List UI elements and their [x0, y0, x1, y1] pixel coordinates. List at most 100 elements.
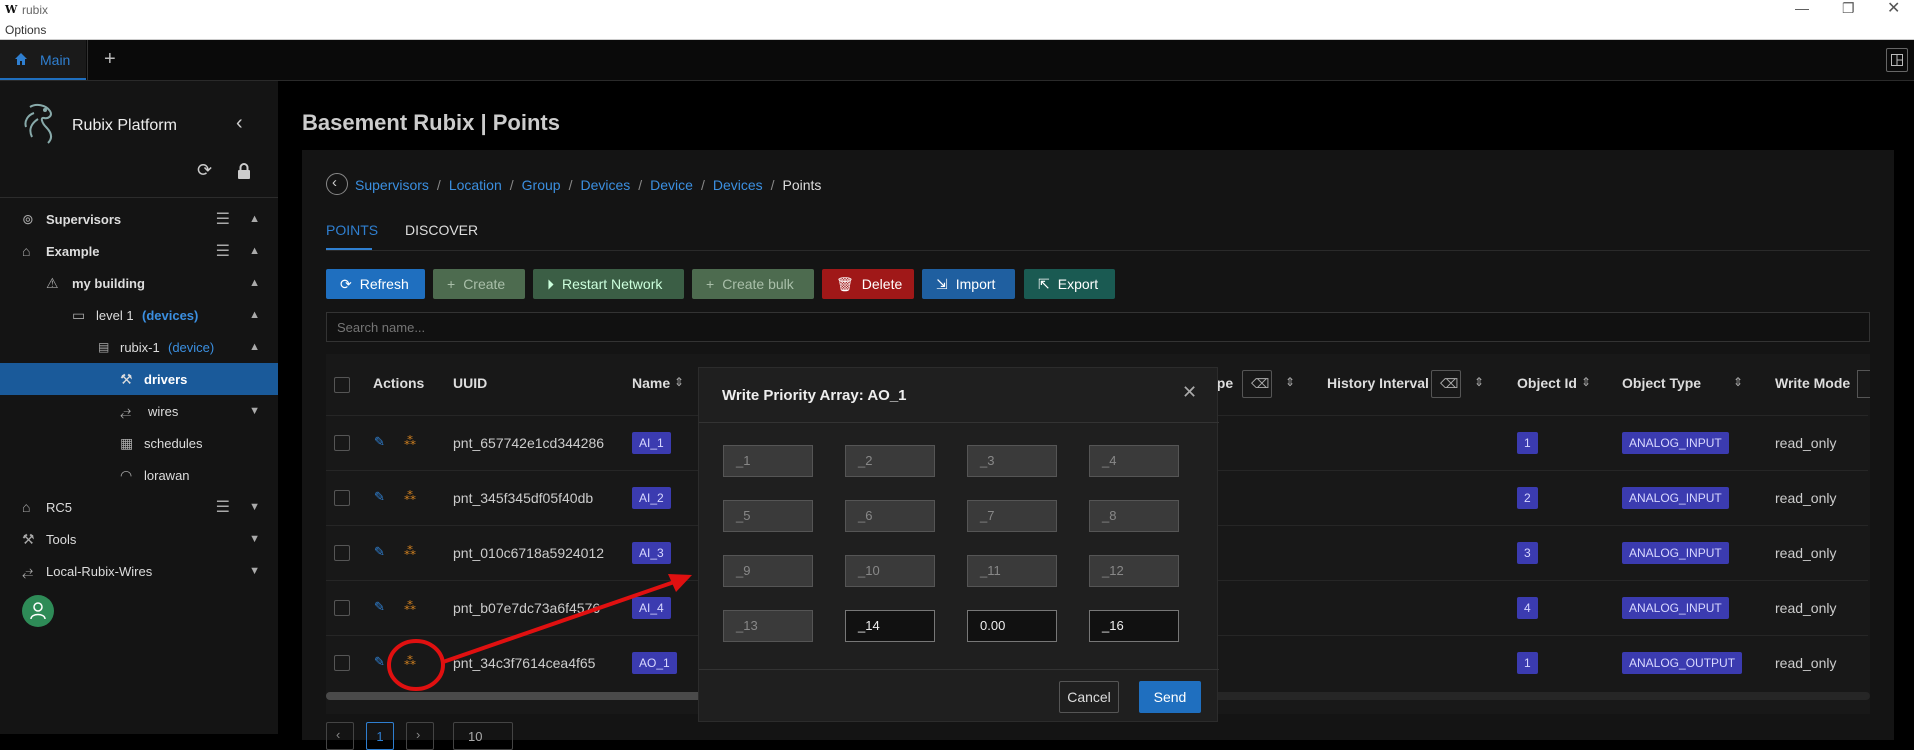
- priority-array-icon[interactable]: ⁂: [404, 654, 416, 668]
- search-input[interactable]: [326, 312, 1870, 342]
- sort-icon[interactable]: ⇕: [1733, 375, 1743, 389]
- page-size-select[interactable]: 10: [453, 722, 513, 750]
- layout-toggle-button[interactable]: [1886, 48, 1908, 72]
- close-icon[interactable]: ✕: [1182, 382, 1197, 403]
- chevron-down-icon[interactable]: ▼: [249, 565, 260, 577]
- scrollbar-thumb[interactable]: [326, 692, 706, 700]
- menu-options[interactable]: Options: [5, 23, 46, 37]
- priority-input-4[interactable]: _4: [1089, 445, 1179, 477]
- edit-icon[interactable]: ✎: [374, 489, 385, 505]
- priority-input-10[interactable]: _10: [845, 555, 935, 587]
- tab-points[interactable]: POINTS: [326, 222, 378, 238]
- add-tab-button[interactable]: +: [104, 48, 116, 71]
- hamburger-icon[interactable]: ☰: [216, 209, 230, 229]
- hamburger-icon[interactable]: ☰: [216, 241, 230, 261]
- prev-page-button[interactable]: ‹: [326, 722, 354, 750]
- create-button[interactable]: + Create: [433, 269, 525, 299]
- sidebar-item-rc5[interactable]: ⌂ RC5 ☰ ▼: [0, 491, 278, 523]
- sort-icon[interactable]: ⇕: [1581, 375, 1591, 389]
- hamburger-icon[interactable]: ☰: [216, 497, 230, 517]
- priority-input-7[interactable]: _7: [967, 500, 1057, 532]
- row-checkbox[interactable]: [334, 490, 350, 506]
- import-button[interactable]: ⇲ Import: [922, 269, 1015, 299]
- priority-input-6[interactable]: _6: [845, 500, 935, 532]
- sort-icon[interactable]: ⇕: [1474, 375, 1484, 389]
- create-bulk-button[interactable]: + Create bulk: [692, 269, 814, 299]
- page-button-current[interactable]: 1: [366, 722, 394, 750]
- sort-icon[interactable]: ⇕: [1285, 375, 1295, 389]
- close-window-icon[interactable]: ✕: [1887, 0, 1900, 18]
- priority-array-icon[interactable]: ⁂: [404, 599, 416, 613]
- edit-icon[interactable]: ✎: [374, 544, 385, 560]
- filter-write-mode-button[interactable]: [1857, 370, 1870, 398]
- priority-array-icon[interactable]: ⁂: [404, 434, 416, 448]
- sidebar-item-lorawan[interactable]: ◠ lorawan: [0, 459, 278, 491]
- priority-input-3[interactable]: _3: [967, 445, 1057, 477]
- avatar[interactable]: [22, 595, 54, 627]
- sidebar-item-wires[interactable]: ⥄ wires ▼: [0, 395, 278, 427]
- row-checkbox[interactable]: [334, 600, 350, 616]
- sidebar-item-example[interactable]: ⌂ Example ☰ ▲: [0, 235, 278, 267]
- edit-icon[interactable]: ✎: [374, 654, 385, 670]
- breadcrumb-devices-2[interactable]: Devices: [713, 177, 763, 193]
- breadcrumb-supervisors[interactable]: Supervisors: [355, 177, 429, 193]
- priority-array-icon[interactable]: ⁂: [404, 489, 416, 503]
- cancel-button[interactable]: Cancel: [1059, 681, 1119, 713]
- tab-discover[interactable]: DISCOVER: [405, 222, 478, 238]
- sort-icon[interactable]: ⇕: [674, 375, 684, 389]
- priority-input-5[interactable]: _5: [723, 500, 813, 532]
- restart-network-button[interactable]: ⏵ Restart Network: [533, 269, 684, 299]
- select-all-checkbox[interactable]: [334, 377, 350, 393]
- priority-input-1[interactable]: _1: [723, 445, 813, 477]
- sidebar-item-rubix-1[interactable]: ▤ rubix-1 (device) ▲: [0, 331, 278, 363]
- priority-array-icon[interactable]: ⁂: [404, 544, 416, 558]
- edit-icon[interactable]: ✎: [374, 599, 385, 615]
- refresh-button[interactable]: ⟳ Refresh: [326, 269, 425, 299]
- priority-input-2[interactable]: _2: [845, 445, 935, 477]
- priority-input-14[interactable]: _14: [845, 610, 935, 642]
- back-button[interactable]: ‹: [326, 173, 348, 195]
- row-checkbox[interactable]: [334, 655, 350, 671]
- chevron-up-icon[interactable]: ▲: [249, 341, 260, 353]
- edit-icon[interactable]: ✎: [374, 434, 385, 450]
- chevron-up-icon[interactable]: ▲: [249, 309, 260, 321]
- restore-icon[interactable]: ❐: [1842, 0, 1855, 17]
- priority-input-8[interactable]: _8: [1089, 500, 1179, 532]
- minimize-icon[interactable]: —: [1795, 0, 1809, 16]
- breadcrumb-group[interactable]: Group: [522, 177, 561, 193]
- chevron-down-icon[interactable]: ▼: [249, 501, 260, 513]
- chevron-down-icon[interactable]: ▼: [249, 533, 260, 545]
- breadcrumb-location[interactable]: Location: [449, 177, 502, 193]
- send-button[interactable]: Send: [1139, 681, 1201, 713]
- collapse-sidebar-icon[interactable]: ‹: [236, 112, 243, 135]
- tab-main[interactable]: Main: [0, 40, 86, 80]
- filter-type-button[interactable]: ⌫: [1242, 370, 1272, 398]
- priority-input-13[interactable]: _13: [723, 610, 813, 642]
- refresh-icon[interactable]: ⟳: [197, 160, 212, 181]
- header-name[interactable]: Name: [632, 375, 670, 391]
- sidebar-item-tools[interactable]: ⚒ Tools ▼: [0, 523, 278, 555]
- priority-input-12[interactable]: _12: [1089, 555, 1179, 587]
- sidebar-item-local-rubix-wires[interactable]: ⥄ Local-Rubix-Wires ▼: [0, 555, 278, 587]
- lock-icon[interactable]: [237, 163, 251, 179]
- priority-input-11[interactable]: _11: [967, 555, 1057, 587]
- sidebar-item-level-1[interactable]: ▭ level 1 (devices) ▲: [0, 299, 278, 331]
- export-button[interactable]: ⇱ Export: [1024, 269, 1115, 299]
- breadcrumb-devices[interactable]: Devices: [580, 177, 630, 193]
- row-checkbox[interactable]: [334, 435, 350, 451]
- chevron-down-icon[interactable]: ▼: [249, 405, 260, 417]
- sidebar-item-my-building[interactable]: ⚠ my building ▲: [0, 267, 278, 299]
- breadcrumb-device[interactable]: Device: [650, 177, 693, 193]
- chevron-up-icon[interactable]: ▲: [249, 277, 260, 289]
- row-checkbox[interactable]: [334, 545, 350, 561]
- next-page-button[interactable]: ›: [406, 722, 434, 750]
- priority-input-9[interactable]: _9: [723, 555, 813, 587]
- chevron-up-icon[interactable]: ▲: [249, 213, 260, 225]
- sidebar-item-drivers[interactable]: ⚒ drivers: [0, 363, 278, 395]
- priority-input-16[interactable]: _16: [1089, 610, 1179, 642]
- chevron-up-icon[interactable]: ▲: [249, 245, 260, 257]
- sidebar-item-supervisors[interactable]: ⊚ Supervisors ☰ ▲: [0, 203, 278, 235]
- priority-input-15[interactable]: 0.00: [967, 610, 1057, 642]
- filter-history-button[interactable]: ⌫: [1431, 370, 1461, 398]
- sidebar-item-schedules[interactable]: ▦ schedules: [0, 427, 278, 459]
